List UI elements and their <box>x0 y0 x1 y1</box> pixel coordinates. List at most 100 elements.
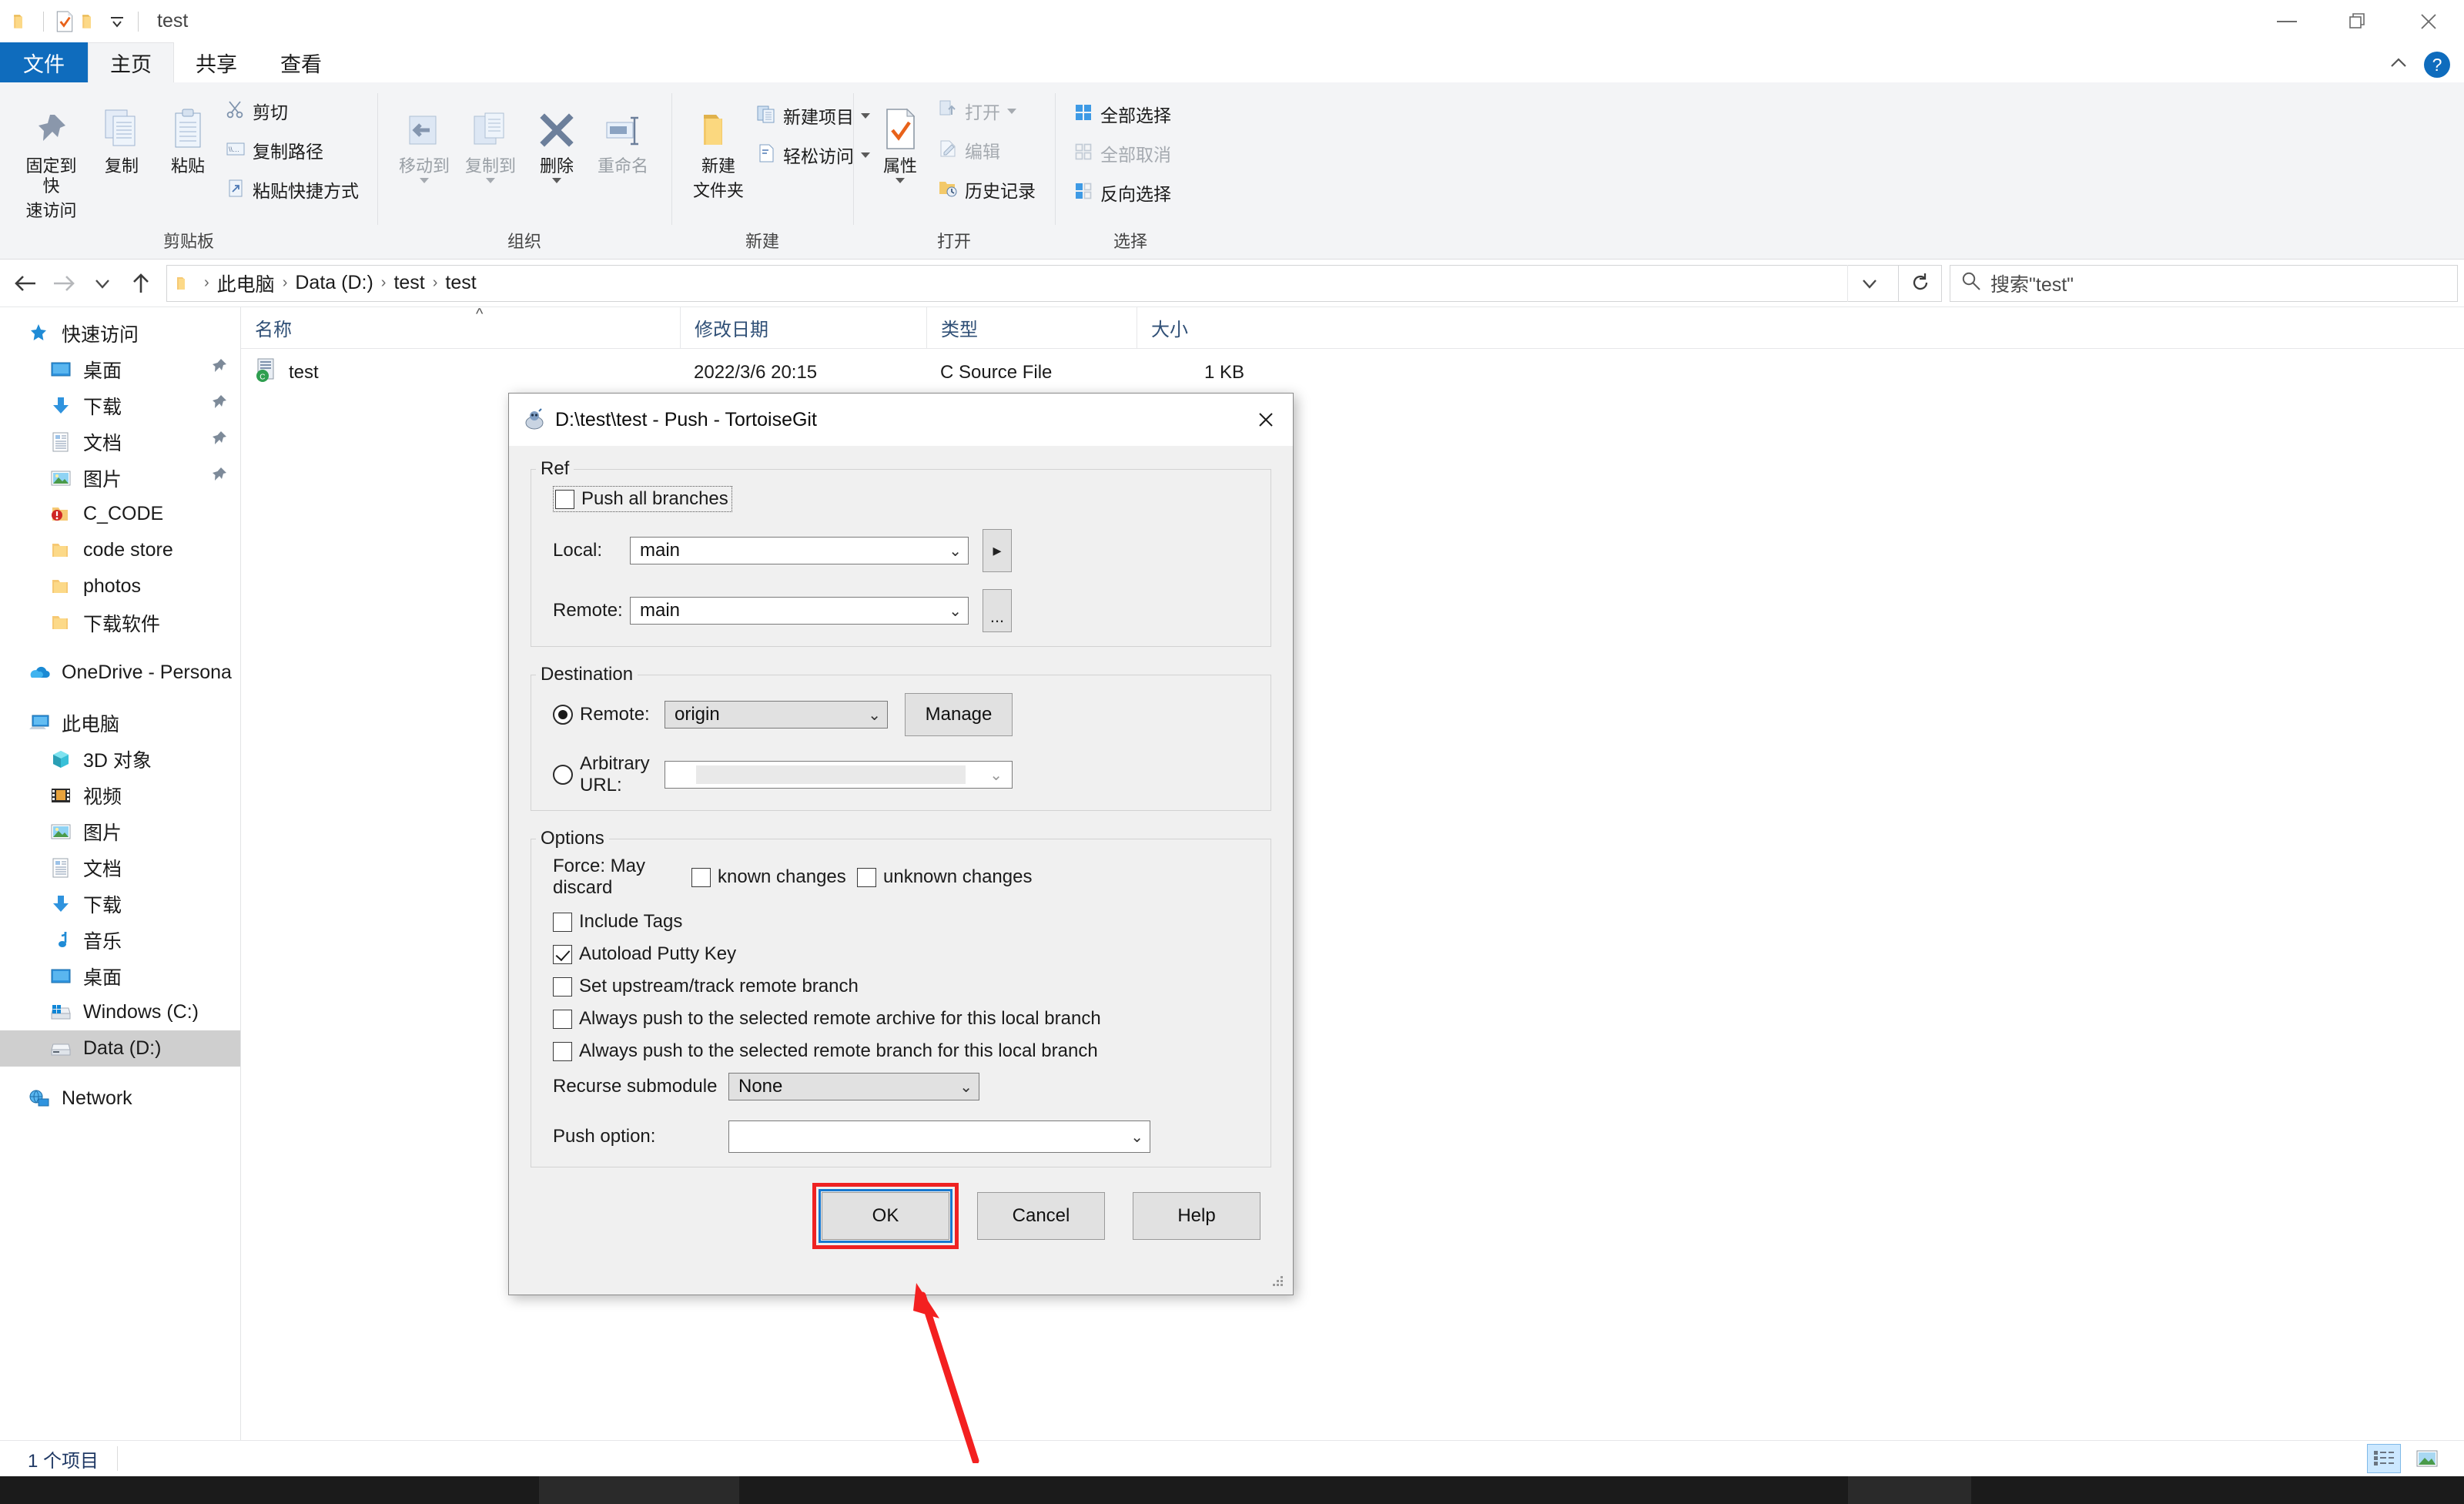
sidebar-item-code-store[interactable]: code store <box>0 532 240 568</box>
local-browse-button[interactable]: ▸ <box>983 529 1012 572</box>
breadcrumb-item-2[interactable]: test <box>390 272 427 294</box>
sidebar-item-desktop[interactable]: 桌面 <box>0 351 240 387</box>
sidebar-header-quick-access[interactable]: 快速访问 <box>0 315 240 351</box>
set-upstream-checkbox[interactable]: Set upstream/track remote branch <box>531 965 1270 997</box>
sidebar-item-c-code[interactable]: C_CODE <box>0 496 240 532</box>
search-input[interactable]: 搜索"test" <box>1950 264 2458 302</box>
sidebar-item-data-d[interactable]: Data (D:) <box>0 1030 240 1067</box>
breadcrumb[interactable]: › 此电脑 › Data (D:) › test › test <box>166 264 1899 302</box>
column-header-name[interactable]: 名称 <box>241 307 680 349</box>
pin-icon[interactable] <box>209 357 228 381</box>
dialog-close-button[interactable] <box>1239 394 1293 446</box>
select-all-button[interactable]: 全部选择 <box>1069 96 1176 132</box>
always-push-remote-branch-checkbox[interactable]: Always push to the selected remote branc… <box>531 1030 1270 1062</box>
restore-button[interactable] <box>2322 0 2393 42</box>
force-unknown-changes-checkbox[interactable]: unknown changes <box>857 866 1032 888</box>
copy-to-button[interactable]: 复制到 <box>457 90 524 186</box>
checkbox-box[interactable] <box>553 1009 572 1029</box>
tab-file[interactable]: 文件 <box>0 42 88 82</box>
paste-shortcut-button[interactable]: 粘贴快捷方式 <box>221 172 363 207</box>
include-tags-checkbox[interactable]: Include Tags <box>531 899 1270 933</box>
details-view-icon[interactable] <box>2367 1444 2401 1473</box>
paste-button[interactable]: 粘贴 <box>155 90 221 179</box>
chevron-down-icon[interactable] <box>420 177 429 183</box>
chevron-down-icon[interactable] <box>896 177 905 183</box>
local-branch-combobox[interactable]: main ⌄ <box>630 537 969 564</box>
address-dropdown-icon[interactable] <box>1847 264 1890 302</box>
new-folder-button[interactable]: 新建 文件夹 <box>685 90 752 204</box>
push-all-branches-checkbox[interactable]: Push all branches <box>553 486 732 512</box>
column-header-size[interactable]: 大小 <box>1137 306 1267 349</box>
sidebar-item-documents[interactable]: 文档 <box>0 424 240 460</box>
recurse-submodule-combobox[interactable]: None ⌄ <box>728 1073 979 1100</box>
rename-button[interactable]: 重命名 <box>590 90 656 179</box>
ok-button[interactable]: OK <box>822 1192 949 1240</box>
pin-to-quick-access-button[interactable]: 固定到快 速访问 <box>14 90 89 224</box>
sidebar-item-documents[interactable]: 文档 <box>0 849 240 886</box>
checkbox-box[interactable] <box>553 944 572 964</box>
sidebar-item-pictures[interactable]: 图片 <box>0 813 240 849</box>
large-icons-view-icon[interactable] <box>2410 1444 2444 1473</box>
minimize-button[interactable] <box>2251 0 2322 42</box>
sidebar-item-pictures[interactable]: 图片 <box>0 460 240 496</box>
sidebar-item-3d-objects[interactable]: 3D 对象 <box>0 741 240 777</box>
select-none-button[interactable]: 全部取消 <box>1069 136 1176 171</box>
open-button[interactable]: 打开 <box>933 93 1040 129</box>
destination-remote-radio[interactable] <box>553 705 573 725</box>
up-arrow-icon[interactable] <box>122 264 160 303</box>
back-arrow-icon[interactable] <box>6 264 45 303</box>
sidebar-item-downloaded-software[interactable]: 下载软件 <box>0 605 240 641</box>
folder-icon[interactable] <box>9 8 35 35</box>
breadcrumb-item-3[interactable]: test <box>442 272 479 294</box>
checkbox-box[interactable] <box>553 1041 572 1061</box>
properties-button[interactable]: 属性 <box>867 90 933 186</box>
tab-view[interactable]: 查看 <box>259 42 343 82</box>
copy-button[interactable]: 复制 <box>89 90 155 179</box>
delete-button[interactable]: 删除 <box>524 90 590 186</box>
sidebar-item-videos[interactable]: 视频 <box>0 777 240 813</box>
sidebar-item-windows-c[interactable]: Windows (C:) <box>0 994 240 1030</box>
invert-selection-button[interactable]: 反向选择 <box>1069 175 1176 210</box>
help-button[interactable]: Help <box>1133 1192 1260 1240</box>
edit-button[interactable]: 编辑 <box>933 132 1040 168</box>
column-header-type[interactable]: 类型 <box>926 306 1137 349</box>
checkbox-box[interactable] <box>553 976 572 997</box>
destination-url-radio[interactable] <box>553 765 573 785</box>
table-row[interactable]: C test 2022/3/6 20:15 C Source File 1 KB <box>241 349 2464 397</box>
customize-dropdown-icon[interactable] <box>104 8 130 35</box>
sidebar-item-network[interactable]: Network <box>0 1080 240 1117</box>
collapse-ribbon-icon[interactable] <box>2387 56 2410 74</box>
remote-browse-button[interactable]: ... <box>983 589 1012 632</box>
history-button[interactable]: 历史记录 <box>933 172 1040 207</box>
checkbox-box[interactable] <box>857 867 876 887</box>
recent-locations-icon[interactable] <box>83 264 122 303</box>
checkbox-box[interactable] <box>553 912 572 932</box>
file-name-cell[interactable]: C test <box>241 358 680 388</box>
close-button[interactable] <box>2393 0 2464 42</box>
column-header-modified[interactable]: 修改日期 <box>680 306 926 349</box>
cut-button[interactable]: 剪切 <box>221 93 363 129</box>
folder-icon[interactable] <box>78 8 104 35</box>
pin-icon[interactable] <box>209 466 228 490</box>
breadcrumb-item-0[interactable]: 此电脑 <box>214 270 278 297</box>
help-icon[interactable]: ? <box>2424 52 2450 78</box>
push-option-combobox[interactable]: ⌄ <box>728 1120 1150 1153</box>
chevron-down-icon[interactable] <box>552 177 561 183</box>
sidebar-header-this-pc[interactable]: 此电脑 <box>0 705 240 741</box>
checkbox-box[interactable] <box>555 489 574 509</box>
chevron-down-icon[interactable] <box>1007 108 1016 114</box>
taskbar-item[interactable] <box>1848 1476 1971 1504</box>
resize-grip[interactable] <box>1268 1271 1285 1288</box>
move-to-button[interactable]: 移动到 <box>391 90 457 186</box>
cancel-button[interactable]: Cancel <box>977 1192 1105 1240</box>
sidebar-item-desktop[interactable]: 桌面 <box>0 958 240 994</box>
force-known-changes-checkbox[interactable]: known changes <box>691 866 857 888</box>
remote-branch-combobox[interactable]: main ⌄ <box>630 597 969 625</box>
destination-remote-combobox[interactable]: origin ⌄ <box>665 701 888 729</box>
tab-home[interactable]: 主页 <box>88 42 174 82</box>
chevron-down-icon[interactable] <box>486 177 495 183</box>
sidebar-item-music[interactable]: 音乐 <box>0 922 240 958</box>
checkbox-box[interactable] <box>691 867 711 887</box>
destination-url-combobox[interactable]: ⌄ <box>665 761 1013 789</box>
checkmark-doc-icon[interactable] <box>52 8 78 35</box>
